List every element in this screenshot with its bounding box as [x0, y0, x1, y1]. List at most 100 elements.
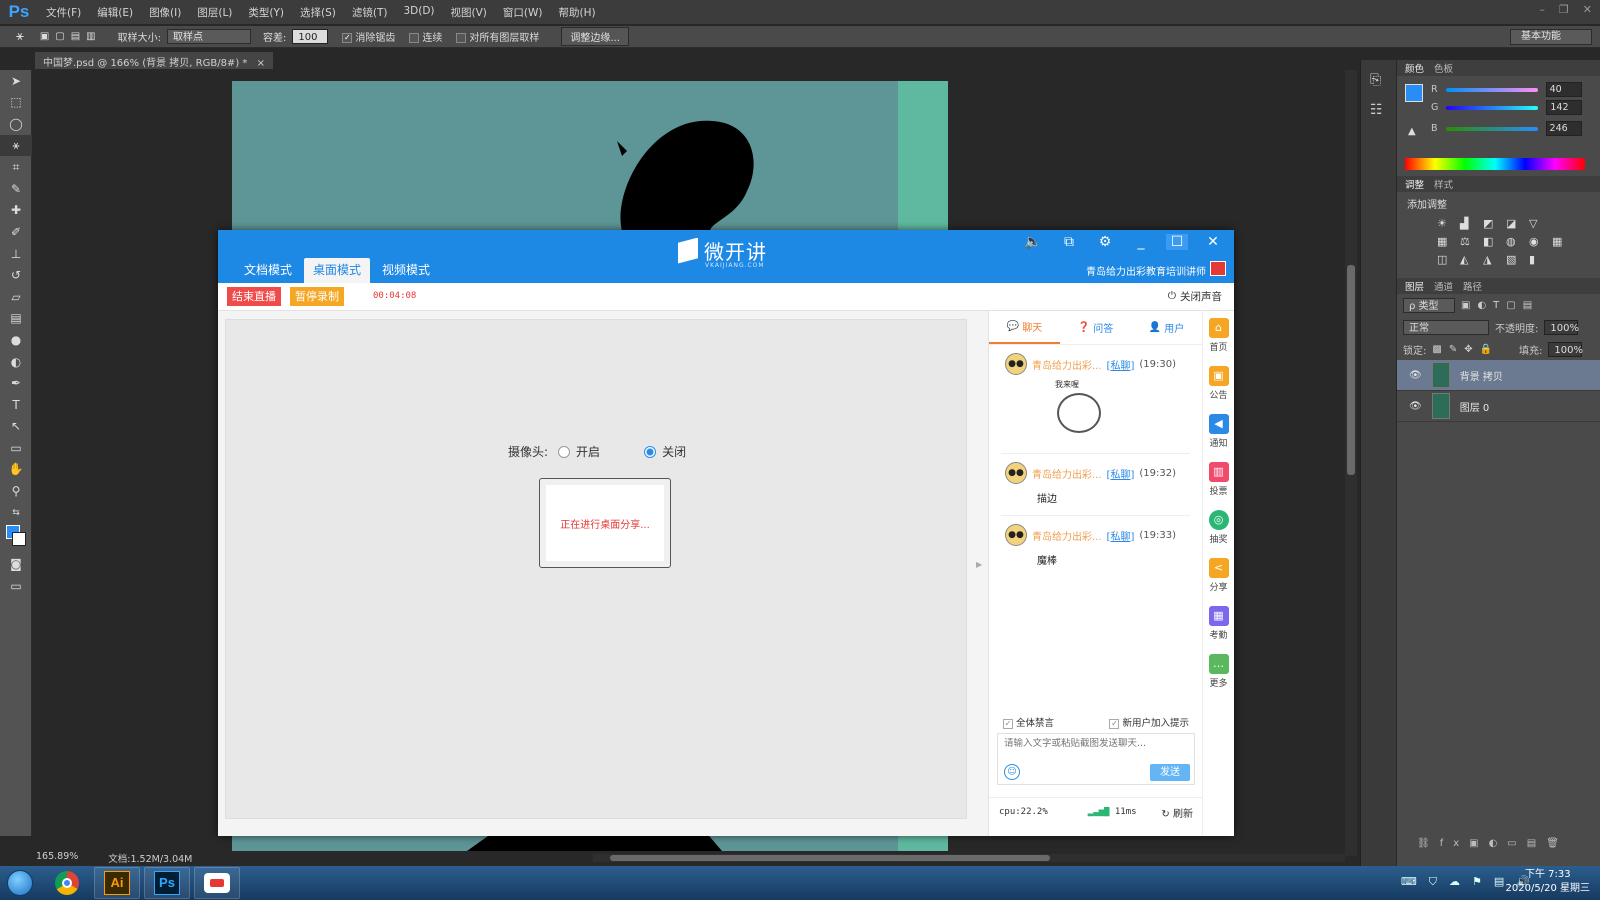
pen-tool-icon[interactable]: ✒: [0, 372, 32, 394]
close-icon[interactable]: ✕: [1202, 234, 1224, 250]
hue-icon[interactable]: ▦: [1437, 235, 1455, 248]
layer-row[interactable]: 👁 图层 0: [1397, 391, 1600, 422]
tab-adjustments[interactable]: 调整: [1405, 177, 1424, 191]
tab-video-mode[interactable]: 视频模式: [373, 258, 439, 283]
path-select-icon[interactable]: ↖: [0, 416, 32, 438]
tab-qa[interactable]: ❓ 问答: [1060, 311, 1131, 344]
type-tool-icon[interactable]: T: [0, 394, 32, 416]
screen-mode-icon[interactable]: ▭: [0, 575, 32, 597]
lasso-tool-icon[interactable]: ◯: [0, 113, 32, 135]
visibility-eye-icon[interactable]: 👁: [1409, 401, 1422, 412]
screen-share-icon[interactable]: ⧉: [1058, 234, 1080, 250]
lookup-icon[interactable]: ▦: [1552, 235, 1570, 248]
side-nav-lottery[interactable]: ◎ 抽奖: [1203, 503, 1234, 551]
zoom-level[interactable]: 165.89%: [36, 851, 78, 865]
menu-help[interactable]: 帮助(H): [551, 5, 604, 20]
camera-off-label[interactable]: 关闭: [662, 443, 686, 460]
collapse-arrow-icon[interactable]: ▶: [976, 560, 982, 569]
posterize-icon[interactable]: ◭: [1460, 253, 1478, 266]
quick-mask-icon[interactable]: ◙: [0, 553, 32, 575]
camera-off-radio[interactable]: [644, 445, 657, 458]
menu-image[interactable]: 图像(I): [141, 5, 189, 20]
dodge-tool-icon[interactable]: ◐: [0, 351, 32, 373]
maximize-icon[interactable]: ☐: [1166, 234, 1188, 250]
tab-chat[interactable]: 💬 聊天: [989, 311, 1060, 344]
tolerance-input[interactable]: 100: [292, 29, 329, 44]
bw-icon[interactable]: ◧: [1483, 235, 1501, 248]
side-nav-share[interactable]: < 分享: [1203, 551, 1234, 599]
hand-tool-icon[interactable]: ✋: [0, 459, 32, 481]
opacity-input[interactable]: 100%: [1544, 319, 1579, 335]
flag-icon[interactable]: ⚑: [1472, 875, 1482, 889]
side-nav-vote[interactable]: ▥ 投票: [1203, 455, 1234, 503]
tab-paths[interactable]: 路径: [1463, 279, 1482, 293]
emoji-icon[interactable]: ☺: [1004, 764, 1020, 780]
minimize-icon[interactable]: _: [1130, 234, 1152, 250]
settings-gear-icon[interactable]: ⚙: [1094, 234, 1116, 250]
refine-edge-button[interactable]: 调整边缘...: [561, 27, 629, 46]
exposure-icon[interactable]: ◪: [1506, 217, 1524, 230]
selection-mode-icons[interactable]: ▣▢▤▥: [40, 31, 102, 42]
magic-wand-tool-icon[interactable]: ⚹: [16, 29, 24, 44]
tab-layers[interactable]: 图层: [1405, 279, 1424, 293]
vertical-scroll-thumb[interactable]: [1347, 265, 1355, 475]
close-icon[interactable]: ✕: [1583, 3, 1592, 16]
layer-kind-filter[interactable]: ρ 类型: [1403, 297, 1455, 313]
brightness-icon[interactable]: ☀: [1437, 217, 1455, 230]
chat-input[interactable]: [1004, 738, 1188, 749]
camera-on-radio[interactable]: [558, 445, 571, 458]
side-nav-announcement[interactable]: ▣ 公告: [1203, 359, 1234, 407]
fill-input[interactable]: 100%: [1548, 341, 1583, 357]
balance-icon[interactable]: ⚖: [1460, 235, 1478, 248]
mute-sound-button[interactable]: ⏻ 关闭声音: [1168, 289, 1222, 304]
join-notice-checkbox[interactable]: ✓ 新用户加入提示: [1109, 715, 1189, 729]
side-nav-attendance[interactable]: ▦ 考勤: [1203, 599, 1234, 647]
levels-icon[interactable]: ▟: [1460, 217, 1478, 230]
private-chat-link[interactable]: [私聊]: [1107, 357, 1135, 372]
marquee-tool-icon[interactable]: ⬚: [0, 92, 32, 114]
menu-type[interactable]: 类型(Y): [240, 5, 292, 20]
threshold-icon[interactable]: ◮: [1483, 253, 1501, 266]
tab-users[interactable]: 👤 用户: [1131, 311, 1202, 344]
pause-record-button[interactable]: 暂停录制: [290, 287, 344, 306]
healing-brush-icon[interactable]: ✚: [0, 200, 32, 222]
keyboard-icon[interactable]: ⌨: [1401, 875, 1417, 889]
all-layers-checkbox[interactable]: 对所有图层取样: [456, 29, 539, 44]
green-value-input[interactable]: 142: [1546, 100, 1583, 115]
magic-wand-icon[interactable]: ⚹: [0, 134, 32, 157]
menu-layer[interactable]: 图层(L): [189, 5, 240, 20]
side-nav-more[interactable]: … 更多: [1203, 647, 1234, 695]
contiguous-checkbox[interactable]: 连续: [409, 29, 442, 44]
red-value-input[interactable]: 40: [1545, 82, 1582, 97]
move-tool-icon[interactable]: ➤: [0, 70, 32, 92]
message-sender[interactable]: 青岛给力出彩...: [1032, 466, 1102, 481]
lock-icons[interactable]: ▩✎✥🔒: [1432, 344, 1499, 355]
tab-color[interactable]: 颜色: [1405, 61, 1424, 75]
blue-value-input[interactable]: 246: [1545, 121, 1582, 136]
curves-icon[interactable]: ◩: [1483, 217, 1501, 230]
mixer-icon[interactable]: ◉: [1529, 235, 1547, 248]
eraser-tool-icon[interactable]: ▱: [0, 286, 32, 308]
tab-styles[interactable]: 样式: [1434, 177, 1453, 191]
gradient-map-icon[interactable]: ▮: [1529, 253, 1547, 266]
blue-slider[interactable]: [1445, 126, 1538, 131]
background-color-swatch[interactable]: [12, 532, 26, 547]
menu-3d[interactable]: 3D(D): [395, 5, 442, 20]
message-sender[interactable]: 青岛给力出彩...: [1032, 357, 1102, 372]
history-panel-icon[interactable]: ⎘: [1370, 72, 1396, 88]
menu-filter[interactable]: 滤镜(T): [344, 5, 396, 20]
gradient-tool-icon[interactable]: ▤: [0, 308, 32, 330]
start-button[interactable]: [0, 866, 40, 900]
network-icon[interactable]: ▤: [1494, 875, 1504, 889]
menu-window[interactable]: 窗口(W): [495, 5, 551, 20]
end-live-button[interactable]: 结束直播: [227, 287, 281, 306]
invert-icon[interactable]: ◫: [1437, 253, 1455, 266]
selective-color-icon[interactable]: ▧: [1506, 253, 1524, 266]
private-chat-link[interactable]: [私聊]: [1107, 466, 1135, 481]
properties-panel-icon[interactable]: ☷: [1370, 102, 1396, 118]
doc-size[interactable]: 文档:1.52M/3.04M: [108, 851, 192, 865]
restore-icon[interactable]: ❐: [1559, 3, 1569, 16]
menu-file[interactable]: 文件(F): [38, 5, 89, 20]
vibrance-icon[interactable]: ▽: [1529, 217, 1547, 230]
side-nav-notice[interactable]: ◀ 通知: [1203, 407, 1234, 455]
